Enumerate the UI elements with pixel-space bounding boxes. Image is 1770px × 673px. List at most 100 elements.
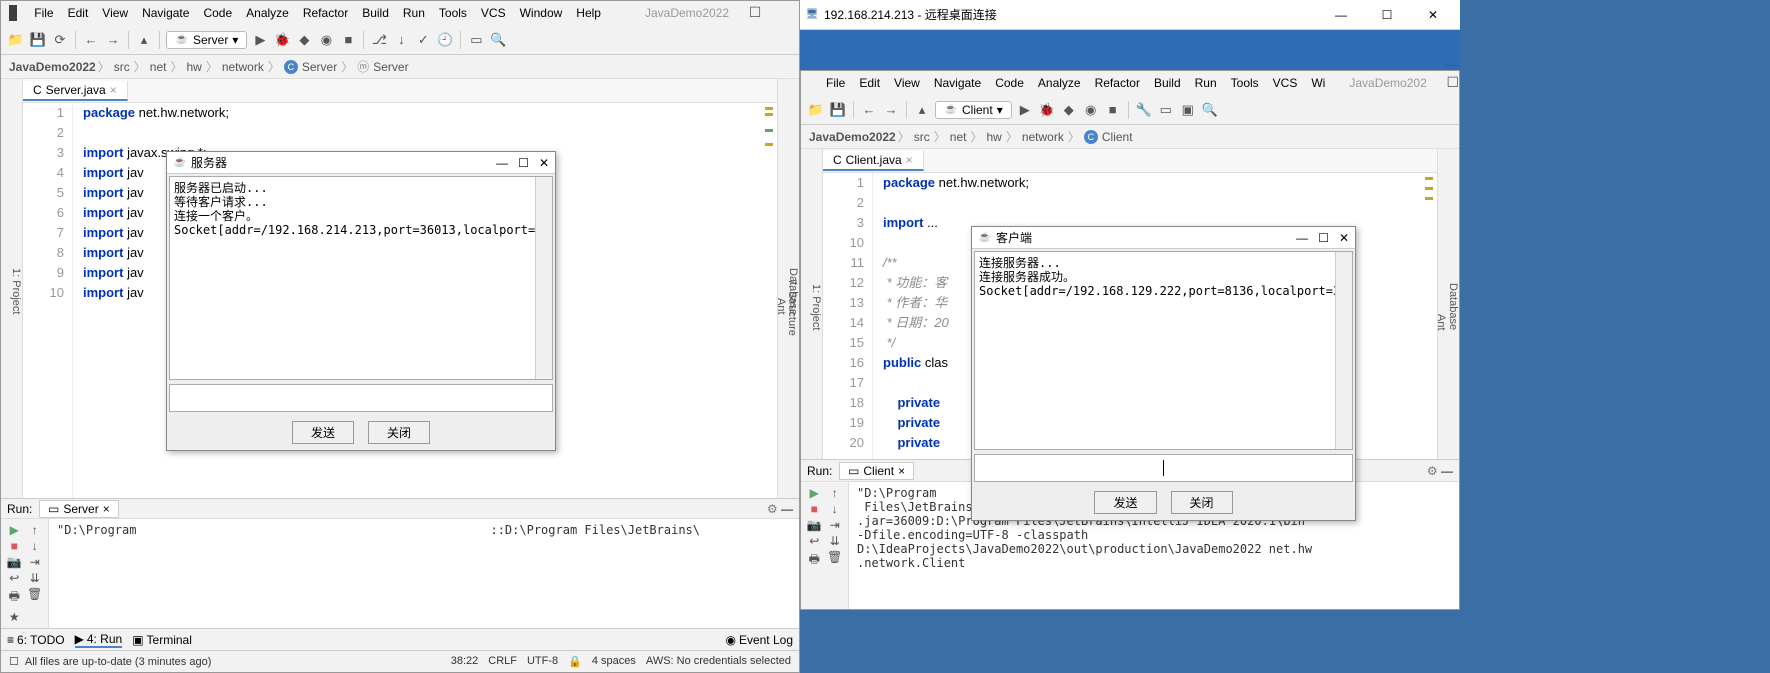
bc-net[interactable]: net <box>150 60 167 74</box>
run-hide-icon[interactable]: — <box>1441 464 1453 478</box>
rdp-minimize-button[interactable]: — <box>1318 1 1364 29</box>
export-icon[interactable]: ⇥ <box>26 555 45 569</box>
menu-navigate[interactable]: Navigate <box>927 76 988 90</box>
project-tool-tab[interactable]: 1: Project <box>810 284 822 330</box>
bc-project[interactable]: JavaDemo2022 <box>9 60 96 74</box>
run-tab-server[interactable]: ▭ Server × <box>39 500 119 518</box>
dialog-minimize-icon[interactable]: — <box>496 156 508 170</box>
forward-icon[interactable]: → <box>882 101 900 119</box>
menu-view[interactable]: View <box>887 76 927 90</box>
search-icon[interactable]: 🔍 <box>489 31 507 49</box>
run-settings-icon[interactable]: ⚙ <box>767 502 778 516</box>
status-readonly-icon[interactable]: 🔒 <box>568 655 582 668</box>
build-icon[interactable]: ▴ <box>135 31 153 49</box>
dialog-close-icon[interactable]: ✕ <box>1339 231 1349 245</box>
rerun-icon[interactable]: ▶ <box>5 523 24 537</box>
menu-analyze[interactable]: Analyze <box>1031 76 1088 90</box>
bc-net[interactable]: net <box>950 130 967 144</box>
bc-hw[interactable]: hw <box>986 130 1001 144</box>
help-icon[interactable]: ★ <box>5 610 24 624</box>
database-tool-tab[interactable]: Database <box>1447 155 1459 459</box>
menu-help[interactable]: Help <box>569 6 608 20</box>
stop-button[interactable]: ■ <box>1104 101 1122 119</box>
status-aws[interactable]: AWS: No credentials selected <box>646 655 791 668</box>
dialog-maximize-icon[interactable]: ☐ <box>1318 231 1329 245</box>
layout-icon[interactable]: ▣ <box>1179 101 1197 119</box>
camera-icon[interactable]: 📷 <box>805 518 824 532</box>
open-icon[interactable]: 📁 <box>7 31 25 49</box>
send-button[interactable]: 发送 <box>292 421 354 444</box>
dialog-textarea[interactable]: 连接服务器... 连接服务器成功。 Socket[addr=/192.168.1… <box>974 251 1353 450</box>
bc-src[interactable]: src <box>914 130 930 144</box>
menu-code[interactable]: Code <box>196 6 239 20</box>
menu-file[interactable]: File <box>27 6 60 20</box>
menu-vcs[interactable]: VCS <box>1266 76 1305 90</box>
todo-tab[interactable]: ≡ 6: TODO <box>7 633 65 647</box>
menu-code[interactable]: Code <box>988 76 1031 90</box>
bc-project[interactable]: JavaDemo2022 <box>809 130 896 144</box>
down-icon[interactable]: ↓ <box>826 502 845 516</box>
forward-icon[interactable]: → <box>104 31 122 49</box>
export-icon[interactable]: ⇥ <box>826 518 845 532</box>
menu-build[interactable]: Build <box>355 6 396 20</box>
wrap-icon[interactable]: ↩ <box>805 534 824 548</box>
profile-button[interactable]: ◉ <box>1082 101 1100 119</box>
back-icon[interactable]: ← <box>860 101 878 119</box>
menu-tools[interactable]: Tools <box>1224 76 1266 90</box>
bc-src[interactable]: src <box>114 60 130 74</box>
camera-icon[interactable]: 📷 <box>5 555 24 569</box>
dialog-textarea[interactable]: 服务器已启动... 等待客户请求... 连接一个客户。 Socket[addr=… <box>169 176 553 380</box>
search-icon[interactable]: 🔍 <box>1201 101 1219 119</box>
scroll-icon[interactable]: ⇊ <box>26 571 45 585</box>
rerun-icon[interactable]: ▶ <box>805 486 824 500</box>
menu-run[interactable]: Run <box>396 6 432 20</box>
maximize-button[interactable]: ☐ <box>740 4 770 21</box>
open-icon[interactable]: 📁 <box>807 101 825 119</box>
history-icon[interactable]: 🕘 <box>436 31 454 49</box>
print-icon[interactable]: 🖶 <box>5 587 24 608</box>
close-button-dialog[interactable]: 关闭 <box>368 421 430 444</box>
menu-refactor[interactable]: Refactor <box>296 6 355 20</box>
back-icon[interactable]: ← <box>82 31 100 49</box>
status-spaces[interactable]: 4 spaces <box>592 655 636 668</box>
profile-button[interactable]: ◉ <box>317 31 335 49</box>
run-config-selector[interactable]: ☕Server ▾ <box>166 31 247 49</box>
commit-icon[interactable]: ✓ <box>414 31 432 49</box>
terminal-tab[interactable]: ▣ Terminal <box>132 633 192 647</box>
stop-button[interactable]: ■ <box>339 31 357 49</box>
wrap-icon[interactable]: ↩ <box>5 571 24 585</box>
dialog-input[interactable] <box>169 384 553 412</box>
bc-network[interactable]: network <box>222 60 264 74</box>
build-icon[interactable]: ▴ <box>913 101 931 119</box>
menu-view[interactable]: View <box>95 6 135 20</box>
bc-client[interactable]: Client <box>1102 130 1133 144</box>
menu-refactor[interactable]: Refactor <box>1088 76 1147 90</box>
debug-button[interactable]: 🐞 <box>273 31 291 49</box>
trash-icon[interactable]: 🗑 <box>826 550 845 571</box>
rdp-close-button[interactable]: ✕ <box>1410 1 1456 29</box>
send-button[interactable]: 发送 <box>1094 491 1156 514</box>
down-icon[interactable]: ↓ <box>26 539 45 553</box>
project-tool-tab[interactable]: 1: Project <box>10 268 22 314</box>
stop-run-icon[interactable]: ■ <box>805 502 824 516</box>
save-icon[interactable]: 💾 <box>829 101 847 119</box>
bc-hw[interactable]: hw <box>186 60 201 74</box>
trash-icon[interactable]: 🗑 <box>26 587 45 608</box>
coverage-button[interactable]: ◆ <box>1060 101 1078 119</box>
print-icon[interactable]: 🖶 <box>805 550 824 571</box>
close-tab-icon[interactable]: × <box>110 83 117 97</box>
vcs-icon[interactable]: ⎇ <box>370 31 388 49</box>
file-tab-server[interactable]: CServer.java × <box>23 81 128 101</box>
run-config-selector[interactable]: ☕Client ▾ <box>935 101 1012 119</box>
save-icon[interactable]: 💾 <box>29 31 47 49</box>
dialog-close-icon[interactable]: ✕ <box>539 156 549 170</box>
structure-icon[interactable]: ▭ <box>467 31 485 49</box>
up-icon[interactable]: ↑ <box>26 523 45 537</box>
dialog-minimize-icon[interactable]: — <box>1296 231 1308 245</box>
status-crlf[interactable]: CRLF <box>488 655 517 668</box>
minimize-button[interactable]: — <box>740 0 770 2</box>
menu-vcs[interactable]: VCS <box>474 6 513 20</box>
bc-server-method[interactable]: Server <box>373 60 408 74</box>
run-button[interactable]: ▶ <box>1016 101 1034 119</box>
menu-analyze[interactable]: Analyze <box>239 6 296 20</box>
